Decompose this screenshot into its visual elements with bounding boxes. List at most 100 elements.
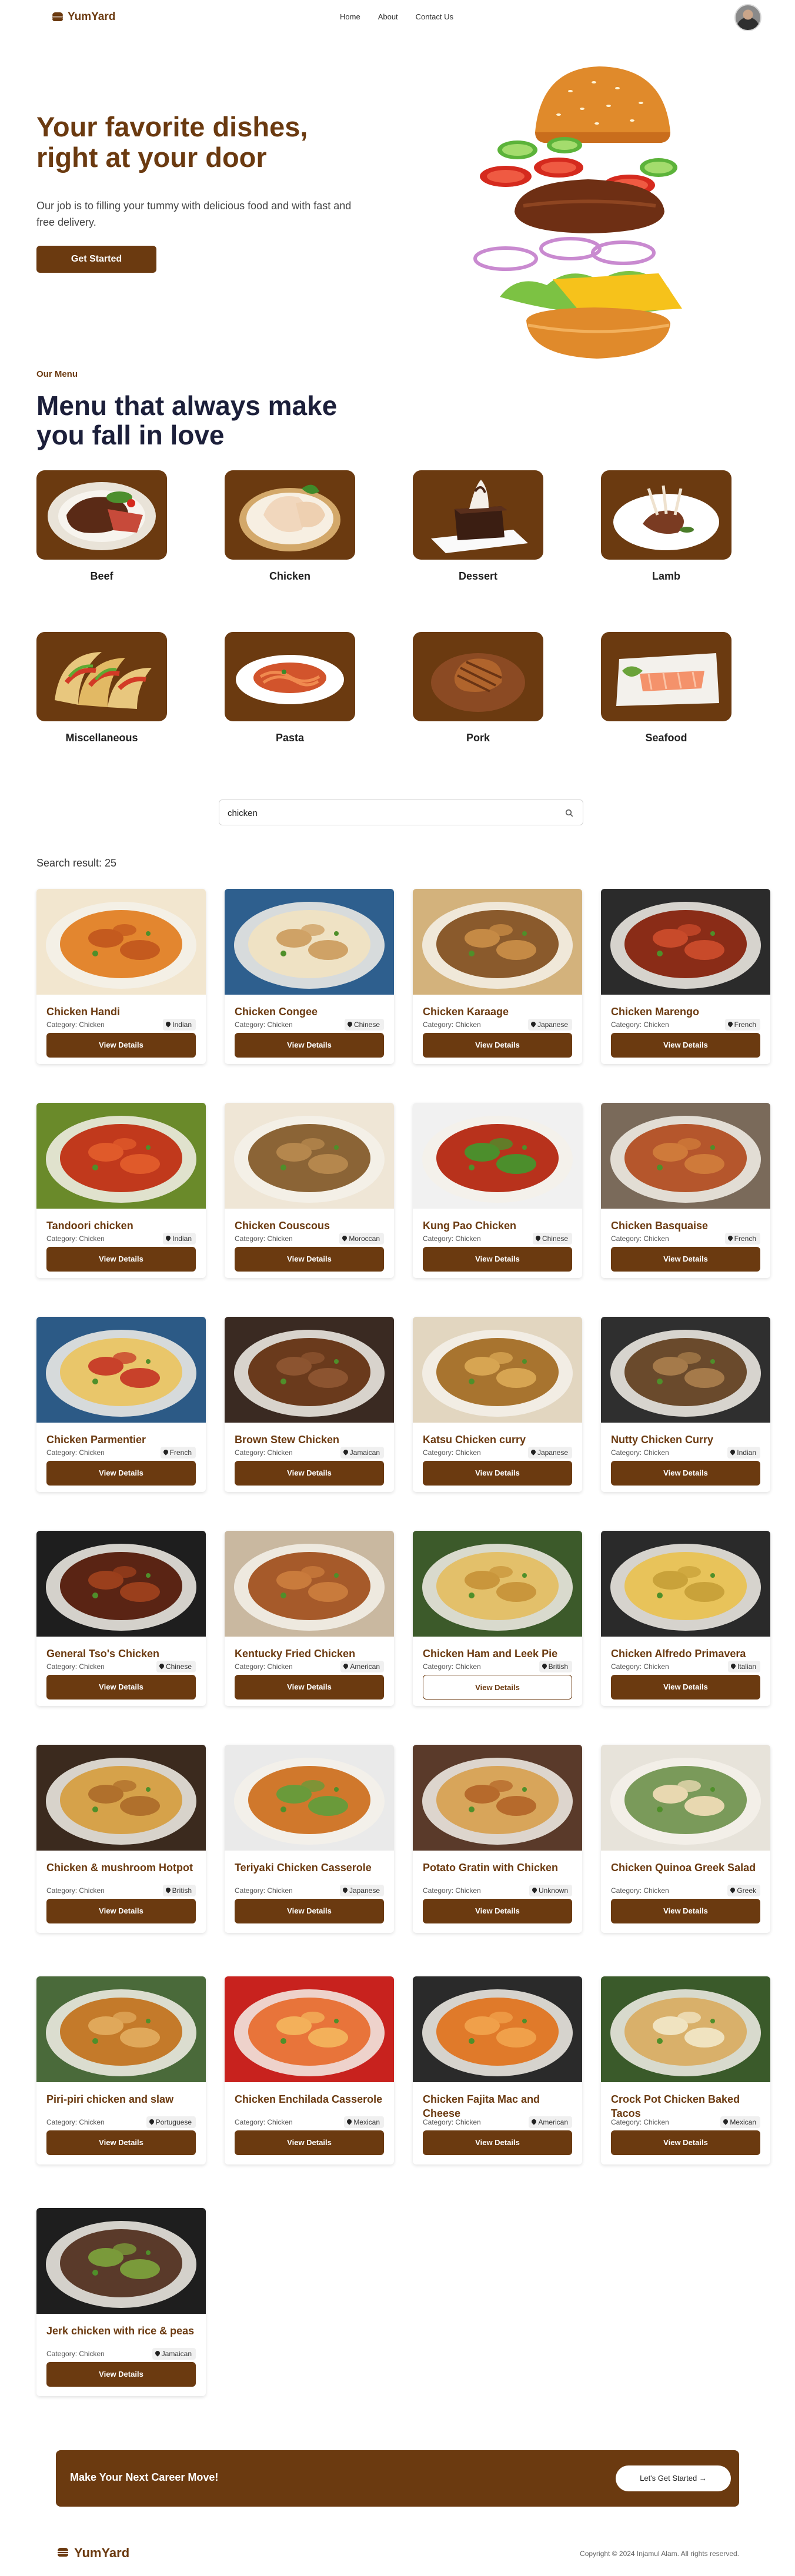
view-details-button[interactable]: View Details (611, 1675, 760, 1700)
recipe-photo (601, 889, 770, 995)
brand-logo[interactable]: YumYard (52, 11, 115, 24)
recipe-name: Brown Stew Chicken (235, 1434, 340, 1446)
view-details-button[interactable]: View Details (611, 1033, 760, 1058)
view-details-button[interactable]: View Details (611, 1461, 760, 1486)
location-pin-icon (165, 1235, 172, 1242)
recipe-category: Category: Chicken (423, 1886, 481, 1895)
view-details-button[interactable]: View Details (46, 2362, 196, 2387)
recipe-card: Chicken Parmentier Category: Chicken Frenc… (36, 1317, 206, 1492)
category-pasta[interactable]: Pasta (225, 632, 355, 744)
view-details-button[interactable]: View Details (235, 1675, 384, 1700)
nav-links: Home About Contact Us (340, 12, 453, 21)
category-pork[interactable]: Pork (413, 632, 543, 744)
category-lamb[interactable]: Lamb (601, 470, 731, 583)
recipe-photo (225, 1976, 394, 2082)
top-nav: YumYard Home About Contact Us (0, 0, 795, 34)
recipe-area: Greek (737, 1886, 756, 1895)
view-details-button[interactable]: View Details (235, 2130, 384, 2155)
recipe-area: Japanese (537, 1021, 568, 1029)
view-details-button[interactable]: View Details (46, 1899, 196, 1923)
search-result-count: Search result: 25 (36, 857, 117, 869)
view-details-button[interactable]: View Details (423, 1675, 572, 1700)
location-pin-icon (148, 2118, 155, 2125)
recipe-category: Category: Chicken (423, 1448, 481, 1457)
recipe-area-badge: Chinese (344, 1019, 384, 1031)
view-details-button[interactable]: View Details (423, 2130, 572, 2155)
recipe-area: Indian (172, 1235, 192, 1243)
recipe-area: Mexican (353, 2118, 380, 2126)
category-seafood[interactable]: Seafood (601, 632, 731, 744)
location-pin-icon (162, 1448, 169, 1456)
recipe-area: British (548, 1662, 568, 1671)
view-details-button[interactable]: View Details (46, 1033, 196, 1058)
view-details-button[interactable]: View Details (46, 2130, 196, 2155)
category-dessert[interactable]: Dessert (413, 470, 543, 583)
recipe-name: Katsu Chicken curry (423, 1434, 526, 1446)
view-details-button[interactable]: View Details (235, 1461, 384, 1486)
view-details-button[interactable]: View Details (423, 1461, 572, 1486)
recipe-category: Category: Chicken (235, 1662, 293, 1671)
location-pin-icon (158, 1662, 165, 1670)
view-details-button[interactable]: View Details (423, 1899, 572, 1923)
pork-steak-icon (413, 632, 543, 721)
recipe-area: Japanese (349, 1886, 380, 1895)
recipe-category: Category: Chicken (611, 1448, 669, 1457)
recipe-photo (225, 1745, 394, 1851)
recipe-area: French (734, 1021, 756, 1029)
view-details-button[interactable]: View Details (235, 1033, 384, 1058)
location-pin-icon (342, 1662, 349, 1670)
recipe-area: Portuguese (155, 2118, 192, 2126)
view-details-button[interactable]: View Details (46, 1247, 196, 1272)
recipe-name: Chicken Enchilada Casserole (235, 2093, 383, 2105)
recipe-name: Kentucky Fried Chicken (235, 1648, 356, 1660)
view-details-button[interactable]: View Details (235, 1247, 384, 1272)
recipe-card: Chicken Fajita Mac and Cheese Category: C… (413, 1976, 582, 2164)
category-chicken[interactable]: Chicken (225, 470, 355, 583)
recipe-category: Category: Chicken (423, 2118, 481, 2126)
recipe-card: Katsu Chicken curry Category: Chicken Japa… (413, 1317, 582, 1492)
category-miscellaneous[interactable]: Miscellaneous (36, 632, 167, 744)
recipe-area-badge: Indian (163, 1019, 196, 1031)
recipe-area-badge: Chinese (532, 1233, 572, 1244)
search-input[interactable] (228, 807, 557, 819)
recipe-area-badge: Chinese (156, 1661, 196, 1672)
recipe-category: Category: Chicken (611, 1662, 669, 1671)
nav-link-home[interactable]: Home (340, 12, 360, 21)
recipe-name: Chicken Basquaise (611, 1220, 709, 1232)
recipe-card: Chicken Handi Category: Chicken Indian View… (36, 889, 206, 1064)
nav-link-contact[interactable]: Contact Us (416, 12, 453, 21)
view-details-button[interactable]: View Details (611, 1899, 760, 1923)
recipe-name: Jerk chicken with rice & peas (46, 2325, 195, 2337)
recipe-area: Italian (737, 1662, 756, 1671)
get-started-button[interactable]: Get Started (36, 246, 156, 273)
recipe-area: British (172, 1886, 192, 1895)
category-beef[interactable]: Beef (36, 470, 167, 583)
view-details-button[interactable]: View Details (46, 1461, 196, 1486)
footer-brand-logo[interactable]: YumYard (58, 2545, 129, 2561)
recipe-card: Chicken Quinoa Greek Salad Category: Chic… (601, 1745, 770, 1933)
category-label: Miscellaneous (65, 732, 138, 744)
nav-link-about[interactable]: About (378, 12, 398, 21)
view-details-button[interactable]: View Details (235, 1899, 384, 1923)
user-avatar[interactable] (734, 4, 761, 31)
menu-title: Menu that always make you fall in love (36, 390, 338, 450)
cta-text: Make Your Next Career Move! (70, 2471, 219, 2483)
recipe-name: Chicken Alfredo Primavera (611, 1648, 746, 1660)
recipe-photo (413, 1531, 582, 1637)
view-details-button[interactable]: View Details (46, 1675, 196, 1700)
view-details-button[interactable]: View Details (423, 1247, 572, 1272)
search-icon[interactable] (565, 809, 573, 817)
category-label: Seafood (645, 732, 687, 744)
recipe-card: Chicken Enchilada Casserole Category: Chi… (225, 1976, 394, 2164)
burger-logo-icon (58, 2548, 69, 2558)
recipe-category: Category: Chicken (611, 2118, 669, 2126)
view-details-button[interactable]: View Details (611, 1247, 760, 1272)
recipe-photo (601, 1531, 770, 1637)
recipe-photo (413, 889, 582, 995)
recipe-photo (225, 1531, 394, 1637)
view-details-button[interactable]: View Details (423, 1033, 572, 1058)
view-details-button[interactable]: View Details (611, 2130, 760, 2155)
recipe-name: Teriyaki Chicken Casserole (235, 1862, 372, 1874)
recipe-photo (413, 1317, 582, 1423)
lets-get-started-button[interactable]: Let's Get Started → (616, 2465, 731, 2491)
